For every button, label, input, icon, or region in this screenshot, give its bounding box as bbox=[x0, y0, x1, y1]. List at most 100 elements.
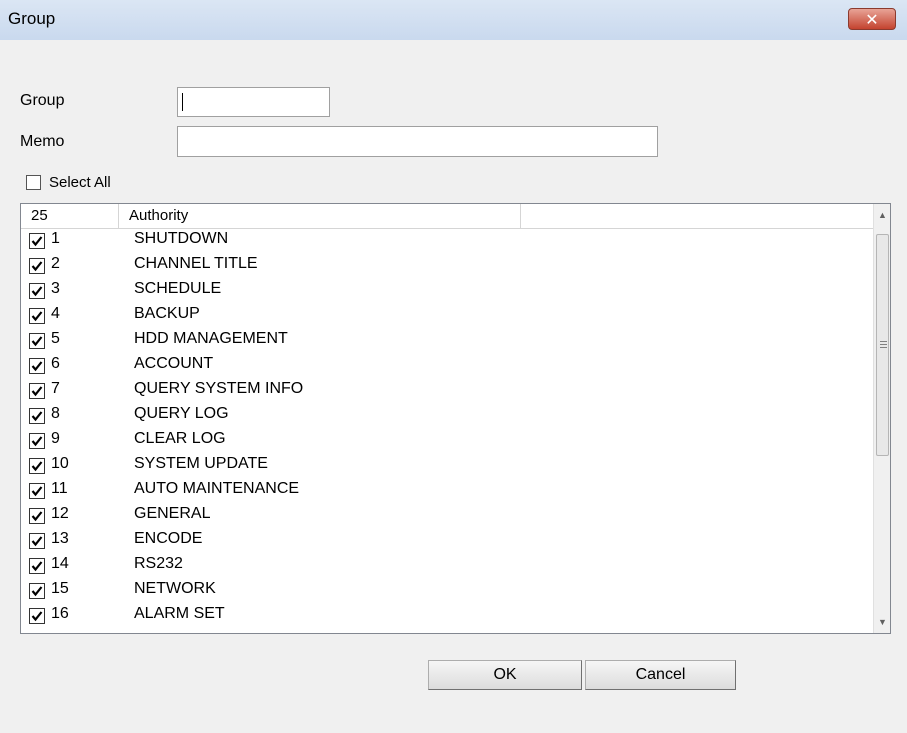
list-item[interactable]: 11 AUTO MAINTENANCE bbox=[21, 478, 871, 503]
checkmark-icon bbox=[31, 611, 43, 622]
list-item[interactable]: 4 BACKUP bbox=[21, 303, 871, 328]
checkmark-icon bbox=[31, 236, 43, 247]
row-number: 7 bbox=[51, 380, 60, 397]
list-item[interactable]: 16 ALARM SET bbox=[21, 603, 871, 628]
row-authority-label: BACKUP bbox=[134, 305, 200, 322]
row-checkbox[interactable] bbox=[29, 333, 45, 349]
row-number: 16 bbox=[51, 605, 69, 622]
checkmark-icon bbox=[31, 286, 43, 297]
checkmark-icon bbox=[31, 261, 43, 272]
group-dialog: Group ✕ Group Memo Select All 25 Authori… bbox=[0, 0, 907, 733]
list-item[interactable]: 15 NETWORK bbox=[21, 578, 871, 603]
row-number: 9 bbox=[51, 430, 60, 447]
row-checkbox[interactable] bbox=[29, 583, 45, 599]
row-authority-label: RS232 bbox=[134, 555, 183, 572]
column-header-empty[interactable] bbox=[521, 204, 873, 228]
row-checkbox[interactable] bbox=[29, 533, 45, 549]
close-button[interactable]: ✕ bbox=[848, 8, 896, 30]
checkmark-icon bbox=[31, 386, 43, 397]
close-icon: ✕ bbox=[865, 9, 879, 29]
memo-label: Memo bbox=[20, 133, 65, 150]
row-authority-label: CLEAR LOG bbox=[134, 430, 226, 447]
cancel-button[interactable]: Cancel bbox=[585, 660, 736, 690]
row-authority-label: SHUTDOWN bbox=[134, 230, 229, 247]
list-item[interactable]: 10 SYSTEM UPDATE bbox=[21, 453, 871, 478]
row-number: 12 bbox=[51, 505, 69, 522]
checkmark-icon bbox=[31, 461, 43, 472]
row-number: 3 bbox=[51, 280, 60, 297]
row-checkbox[interactable] bbox=[29, 283, 45, 299]
group-input[interactable] bbox=[177, 87, 330, 117]
row-checkbox[interactable] bbox=[29, 383, 45, 399]
select-all-checkbox[interactable] bbox=[26, 175, 41, 190]
column-header-count[interactable]: 25 bbox=[21, 204, 119, 228]
list-item[interactable]: 7 QUERY SYSTEM INFO bbox=[21, 378, 871, 403]
row-authority-label: ACCOUNT bbox=[134, 355, 214, 372]
row-checkbox[interactable] bbox=[29, 408, 45, 424]
checkmark-icon bbox=[31, 436, 43, 447]
list-item[interactable]: 13 ENCODE bbox=[21, 528, 871, 553]
row-checkbox[interactable] bbox=[29, 358, 45, 374]
row-checkbox[interactable] bbox=[29, 508, 45, 524]
checkmark-icon bbox=[31, 511, 43, 522]
checkmark-icon bbox=[31, 486, 43, 497]
checkmark-icon bbox=[31, 586, 43, 597]
row-checkbox[interactable] bbox=[29, 608, 45, 624]
row-number: 5 bbox=[51, 330, 60, 347]
vertical-scrollbar[interactable]: ▲ ▼ bbox=[873, 204, 890, 633]
scroll-up-arrow-icon[interactable]: ▲ bbox=[874, 206, 890, 224]
checkmark-icon bbox=[31, 361, 43, 372]
row-checkbox[interactable] bbox=[29, 308, 45, 324]
row-number: 8 bbox=[51, 405, 60, 422]
row-authority-label: SCHEDULE bbox=[134, 280, 222, 297]
ok-button[interactable]: OK bbox=[428, 660, 582, 690]
row-authority-label: ALARM SET bbox=[134, 605, 225, 622]
row-number: 14 bbox=[51, 555, 69, 572]
row-number: 1 bbox=[51, 230, 60, 247]
row-checkbox[interactable] bbox=[29, 458, 45, 474]
select-all-label: Select All bbox=[49, 174, 111, 191]
list-item[interactable]: 14 RS232 bbox=[21, 553, 871, 578]
list-item[interactable]: 12 GENERAL bbox=[21, 503, 871, 528]
checkmark-icon bbox=[31, 536, 43, 547]
scroll-down-arrow-icon[interactable]: ▼ bbox=[874, 613, 890, 631]
row-authority-label: NETWORK bbox=[134, 580, 216, 597]
list-item[interactable]: 8 QUERY LOG bbox=[21, 403, 871, 428]
row-checkbox[interactable] bbox=[29, 233, 45, 249]
thumb-grip-line bbox=[880, 347, 887, 348]
row-number: 6 bbox=[51, 355, 60, 372]
memo-input[interactable] bbox=[177, 126, 658, 157]
row-authority-label: HDD MANAGEMENT bbox=[134, 330, 288, 347]
checkmark-icon bbox=[31, 336, 43, 347]
scroll-thumb[interactable] bbox=[876, 234, 889, 456]
list-item[interactable]: 5 HDD MANAGEMENT bbox=[21, 328, 871, 353]
window-title: Group bbox=[8, 9, 56, 28]
row-number: 15 bbox=[51, 580, 69, 597]
authority-list: 25 Authority 1 SHUTDOWN 2 CHANNEL TITLE 3 SCH… bbox=[20, 203, 891, 634]
row-checkbox[interactable] bbox=[29, 258, 45, 274]
checkmark-icon bbox=[31, 311, 43, 322]
row-number: 13 bbox=[51, 530, 69, 547]
row-number: 11 bbox=[51, 480, 68, 497]
row-authority-label: GENERAL bbox=[134, 505, 211, 522]
row-authority-label: CHANNEL TITLE bbox=[134, 255, 258, 272]
text-caret bbox=[182, 93, 183, 111]
checkmark-icon bbox=[31, 411, 43, 422]
list-item[interactable]: 6 ACCOUNT bbox=[21, 353, 871, 378]
row-authority-label: QUERY SYSTEM INFO bbox=[134, 380, 304, 397]
checkmark-icon bbox=[31, 561, 43, 572]
row-checkbox[interactable] bbox=[29, 433, 45, 449]
row-authority-label: AUTO MAINTENANCE bbox=[134, 480, 300, 497]
title-bar[interactable]: Group ✕ bbox=[0, 0, 907, 40]
row-number: 2 bbox=[51, 255, 60, 272]
thumb-grip-line bbox=[880, 341, 887, 342]
row-checkbox[interactable] bbox=[29, 483, 45, 499]
list-item[interactable]: 9 CLEAR LOG bbox=[21, 428, 871, 453]
list-item[interactable]: 3 SCHEDULE bbox=[21, 278, 871, 303]
column-header-authority[interactable]: Authority bbox=[119, 204, 521, 228]
row-checkbox[interactable] bbox=[29, 558, 45, 574]
list-item[interactable]: 1 SHUTDOWN bbox=[21, 228, 871, 253]
row-authority-label: SYSTEM UPDATE bbox=[134, 455, 268, 472]
list-item[interactable]: 2 CHANNEL TITLE bbox=[21, 253, 871, 278]
row-number: 4 bbox=[51, 305, 60, 322]
